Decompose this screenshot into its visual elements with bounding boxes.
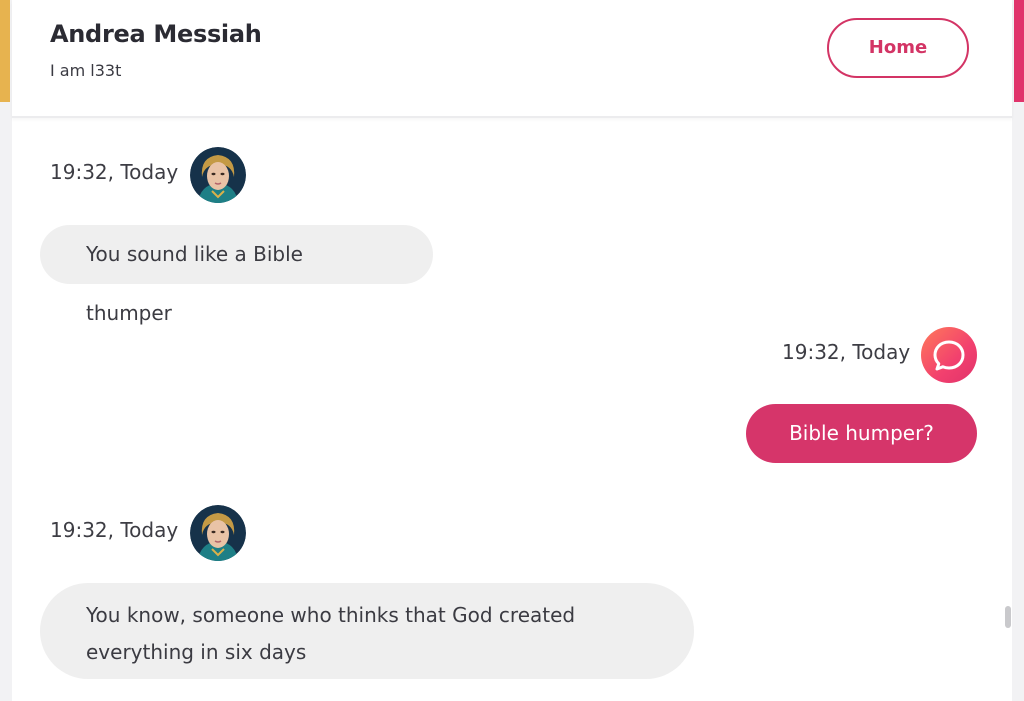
user-avatar[interactable] xyxy=(921,327,977,383)
message-text: Bible humper? xyxy=(789,421,934,445)
scrollbar-thumb[interactable] xyxy=(1005,606,1011,628)
speech-bubble-icon xyxy=(933,340,965,371)
outgoing-message-bubble: Bible humper? xyxy=(746,404,977,463)
message-timestamp: 19:32, Today xyxy=(50,160,179,184)
contact-avatar-image xyxy=(190,505,246,561)
left-accent-bar xyxy=(0,0,10,102)
incoming-message-bubble: You sound like a Bible thumper xyxy=(40,225,433,325)
contact-avatar-image xyxy=(190,147,246,203)
home-button[interactable]: Home xyxy=(827,18,969,78)
contact-status: I am l33t xyxy=(50,61,122,80)
message-timestamp: 19:32, Today xyxy=(782,340,911,364)
contact-avatar[interactable] xyxy=(190,505,246,561)
chat-header: Andrea Messiah I am l33t Home xyxy=(12,0,1012,118)
incoming-message-bubble: You know, someone who thinks that God cr… xyxy=(40,583,694,679)
contact-name: Andrea Messiah xyxy=(50,20,262,48)
message-text-line: everything in six days xyxy=(86,640,307,664)
contact-avatar[interactable] xyxy=(190,147,246,203)
right-accent-bar xyxy=(1014,0,1024,102)
chat-window: Andrea Messiah I am l33t Home 19:32, Tod… xyxy=(0,0,1024,701)
message-text-line: You know, someone who thinks that God cr… xyxy=(86,603,576,627)
message-timestamp: 19:32, Today xyxy=(50,518,179,542)
